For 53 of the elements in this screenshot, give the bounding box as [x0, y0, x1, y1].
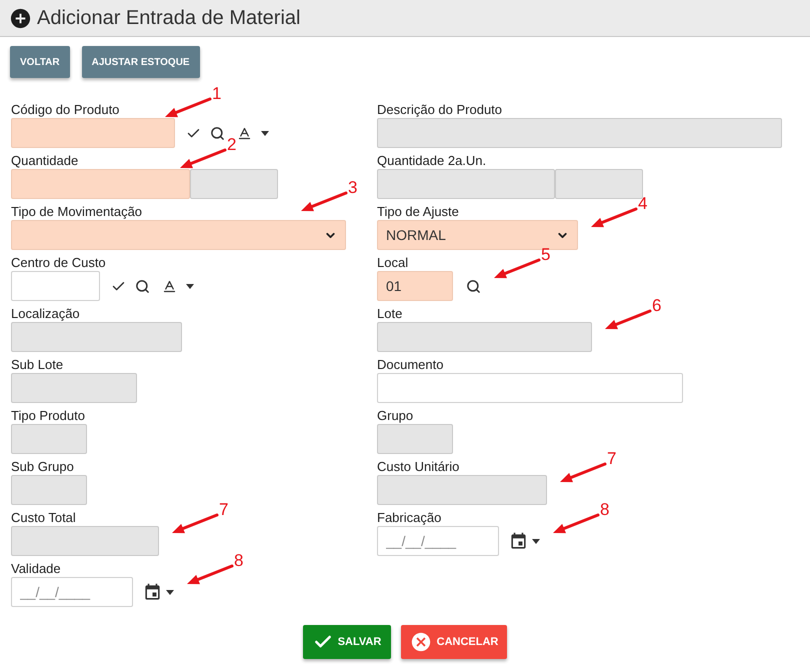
field-label: Custo Unitário [377, 458, 460, 475]
text-field[interactable] [11, 118, 175, 148]
text-format-icon[interactable] [237, 126, 252, 140]
date-field[interactable]: __/__/____ [377, 526, 499, 556]
annotation-number: 4 [638, 195, 648, 213]
caret-down-icon[interactable] [186, 284, 194, 288]
annotation-number: 8 [234, 552, 244, 570]
field-label: Localização [11, 305, 80, 322]
field-label: Validade [11, 560, 61, 577]
search-icon[interactable] [135, 278, 150, 294]
caret-down-icon[interactable] [532, 538, 540, 544]
annotation-number: 1 [212, 85, 222, 103]
toolbar-button[interactable]: VOLTAR [10, 46, 70, 78]
caret-down-icon[interactable] [261, 130, 269, 136]
page-title: Adicionar Entrada de Material [37, 6, 300, 30]
field-label: Custo Total [11, 509, 76, 526]
text-field[interactable]: 01 [377, 271, 453, 301]
field-label: Lote [377, 305, 402, 322]
select-field[interactable] [11, 220, 346, 250]
annotation-number: 7 [219, 501, 228, 519]
field-label: Quantidade 2a.Un. [377, 152, 486, 169]
field-label: Código do Produto [11, 101, 120, 118]
field-label: Documento [377, 356, 444, 373]
annotation-number: 7 [607, 450, 616, 468]
text-field[interactable] [11, 169, 190, 199]
field-label: Grupo [377, 407, 414, 424]
field-label: Tipo de Ajuste [377, 203, 459, 220]
caret-down-icon[interactable] [166, 590, 174, 594]
search-icon[interactable] [210, 126, 225, 140]
annotation-number: 3 [348, 179, 358, 197]
search-icon[interactable] [466, 278, 481, 294]
field-label: Tipo de Movimentação [11, 203, 142, 220]
cancel-button[interactable]: CANCELAR [401, 625, 507, 659]
save-button[interactable]: SALVAR [303, 625, 391, 659]
annotation-number: 6 [652, 297, 662, 315]
text-field[interactable] [377, 373, 683, 403]
field-label: Descrição do Produto [377, 101, 502, 118]
field-label: Tipo Produto [11, 407, 85, 424]
text-field[interactable] [11, 271, 100, 301]
annotation-number: 2 [227, 136, 236, 154]
cancel-icon [410, 631, 432, 653]
field-label: Local [377, 254, 408, 271]
annotation-number: 8 [600, 501, 610, 519]
calendar-icon[interactable] [509, 532, 528, 550]
field-label: Sub Lote [11, 356, 64, 373]
toolbar-button[interactable]: AJUSTAR ESTOQUE [82, 46, 200, 78]
field-label: Sub Grupo [11, 458, 74, 475]
field-label: Centro de Custo [11, 254, 106, 271]
calendar-icon[interactable] [143, 582, 162, 602]
text-format-icon[interactable] [162, 278, 177, 294]
field-label: Quantidade [11, 152, 78, 169]
field-label: Fabricação [377, 509, 442, 526]
date-field[interactable]: __/__/____ [11, 577, 133, 607]
